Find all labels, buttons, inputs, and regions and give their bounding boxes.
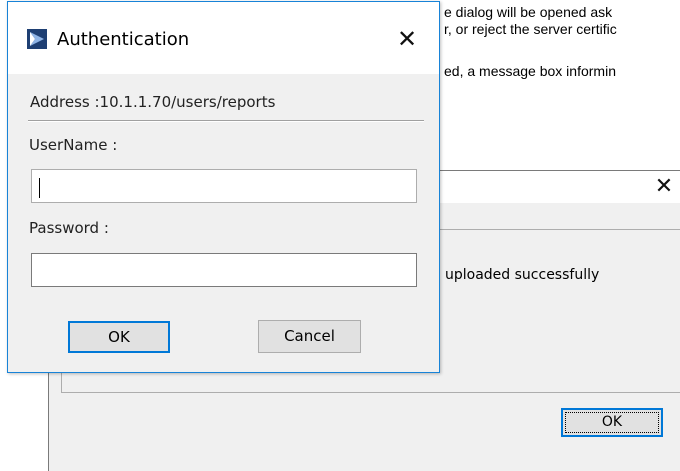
cancel-button[interactable]: Cancel <box>258 320 361 353</box>
username-input[interactable] <box>31 169 417 203</box>
authentication-titlebar: Authentication ✕ <box>8 2 439 74</box>
message-dialog-close-button[interactable]: ✕ <box>649 173 679 201</box>
separator <box>28 120 424 122</box>
close-icon: ✕ <box>654 174 674 199</box>
dialog-title: Authentication <box>57 29 190 50</box>
message-ok-button[interactable]: OK <box>561 408 663 437</box>
authentication-dialog: Authentication ✕ Address :10.1.1.70/user… <box>7 1 440 373</box>
username-label: UserName : <box>29 136 118 154</box>
ok-button[interactable]: OK <box>68 321 170 353</box>
password-label: Password : <box>29 219 109 237</box>
password-input[interactable] <box>31 253 417 287</box>
message-text: uploaded successfully <box>445 267 600 283</box>
doc-text-line-3: ed, a message box informin <box>444 63 616 79</box>
server-address-text: Address :10.1.1.70/users/reports <box>30 93 276 111</box>
doc-text-line-2: r, or reject the server certific <box>444 21 617 37</box>
doc-text-line-1: e dialog will be opened ask <box>444 4 613 20</box>
app-logo-icon <box>27 29 47 49</box>
text-caret <box>39 178 40 198</box>
close-icon: ✕ <box>396 25 418 53</box>
authentication-close-button[interactable]: ✕ <box>392 24 422 54</box>
